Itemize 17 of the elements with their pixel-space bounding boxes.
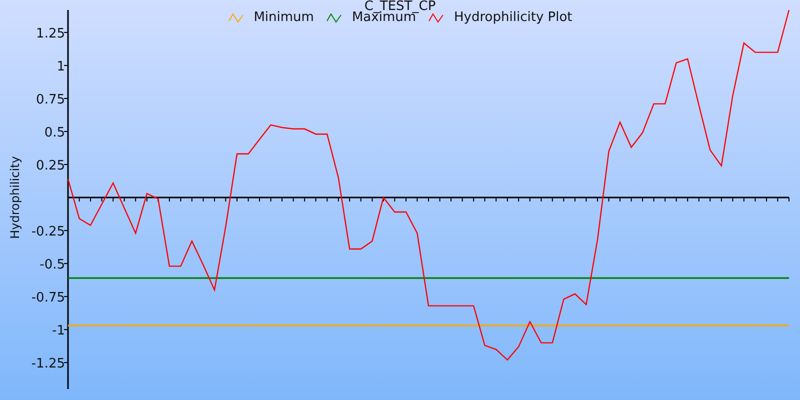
y-tick-label: -0.75 xyxy=(31,290,65,306)
zigzag-icon xyxy=(326,12,343,24)
zigzag-icon xyxy=(228,12,245,24)
y-tick-label: -1.25 xyxy=(31,356,65,372)
legend-label: Minimum xyxy=(254,10,314,25)
legend-label: Hydrophilicity Plot xyxy=(454,10,572,25)
y-axis-title: Hydrophilicity xyxy=(8,156,22,239)
zigzag-icon xyxy=(428,12,446,24)
y-tick-label: 0.25 xyxy=(36,158,65,174)
y-tick-label: 1.25 xyxy=(36,26,65,42)
y-tick-label: -0.25 xyxy=(31,224,65,240)
y-tick-label: 0.5 xyxy=(44,126,65,140)
chart-title: C_TEST_CP xyxy=(364,0,436,14)
y-tick-label: -0.5 xyxy=(40,258,65,273)
y-tick-label: 0.75 xyxy=(36,92,65,108)
y-tick-label: -1 xyxy=(52,324,65,339)
y-tick-label: 1 xyxy=(56,59,65,74)
